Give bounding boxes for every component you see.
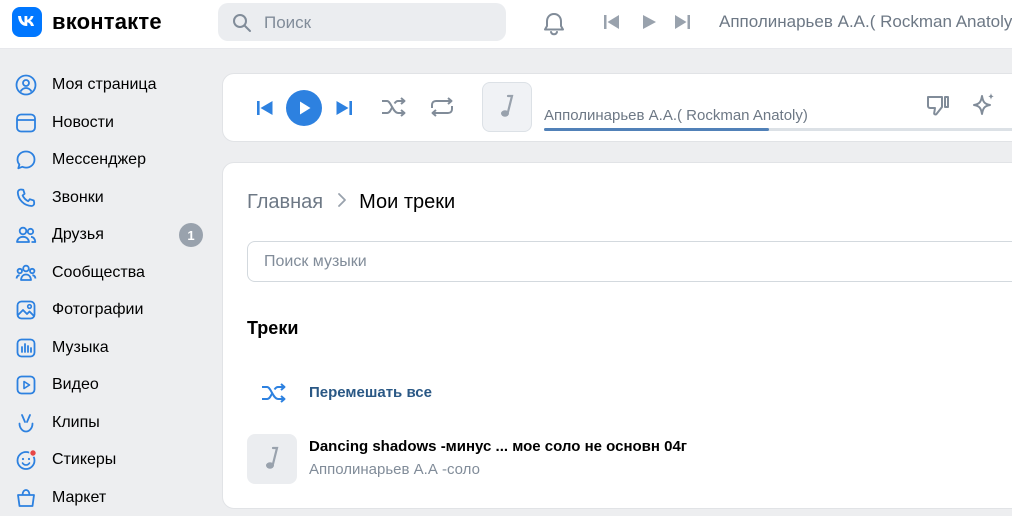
search-icon bbox=[232, 13, 252, 38]
stickers-icon bbox=[15, 449, 37, 471]
sidebar-item-stickers[interactable]: Стикеры bbox=[0, 441, 215, 478]
market-icon bbox=[15, 487, 37, 509]
shuffle-all-label: Перемешать все bbox=[309, 384, 432, 401]
sidebar-item-video[interactable]: Видео bbox=[0, 366, 215, 403]
bell-icon[interactable] bbox=[540, 10, 568, 43]
search-input[interactable] bbox=[262, 12, 496, 34]
track-title[interactable]: Dancing shadows -минус ... мое соло не о… bbox=[309, 438, 687, 455]
top-header: вконтакте Апполинарьев А.А.( Rockman Ana… bbox=[0, 0, 1012, 49]
sidebar-item-photos[interactable]: Фотографии bbox=[0, 291, 215, 328]
track-cover[interactable] bbox=[482, 82, 532, 132]
shuffle-all-button[interactable]: Перемешать все bbox=[247, 373, 747, 413]
user-circle-icon bbox=[15, 74, 37, 96]
communities-icon bbox=[15, 262, 37, 284]
sidebar-item-news[interactable]: Новости bbox=[0, 104, 215, 141]
header-previous-track-icon[interactable] bbox=[603, 14, 621, 35]
dislike-icon[interactable] bbox=[924, 92, 952, 125]
sidebar-item-label: Фотографии bbox=[52, 301, 144, 318]
header-next-track-icon[interactable] bbox=[673, 14, 691, 35]
sidebar-item-label: Маркет bbox=[52, 489, 107, 506]
progress-bar-fill bbox=[544, 128, 770, 131]
breadcrumb-home-link[interactable]: Главная bbox=[247, 191, 323, 214]
clips-icon bbox=[15, 412, 37, 434]
track-cover[interactable] bbox=[247, 434, 297, 484]
sidebar-item-label: Стикеры bbox=[52, 451, 117, 468]
tracks-section-title: Треки bbox=[247, 318, 299, 338]
track-artist[interactable]: Апполинарьев А.А -соло bbox=[309, 461, 480, 478]
sidebar-item-label: Новости bbox=[52, 114, 114, 131]
music-search-box[interactable] bbox=[247, 241, 1012, 282]
news-icon bbox=[15, 112, 37, 134]
sidebar-item-communities[interactable]: Сообщества bbox=[0, 254, 215, 291]
sidebar-item-label: Друзья bbox=[52, 226, 104, 243]
shuffle-icon bbox=[260, 381, 288, 410]
music-note-icon bbox=[501, 94, 514, 117]
sidebar-item-music[interactable]: Музыка bbox=[0, 329, 215, 366]
music-search-input[interactable] bbox=[262, 252, 966, 272]
vk-logo-icon bbox=[12, 7, 42, 37]
sidebar-item-friends[interactable]: Друзья 1 bbox=[0, 216, 215, 253]
sidebar-item-label: Мессенджер bbox=[52, 151, 146, 168]
phone-icon bbox=[15, 187, 37, 209]
track-row[interactable]: Dancing shadows -минус ... мое соло не о… bbox=[247, 433, 947, 485]
shuffle-icon[interactable] bbox=[380, 95, 408, 124]
music-icon bbox=[15, 337, 37, 359]
message-icon bbox=[15, 149, 37, 171]
music-main-panel: Главная Мои треки Треки Перемешать все D… bbox=[222, 162, 1012, 509]
sidebar-item-clips[interactable]: Клипы bbox=[0, 404, 215, 441]
sidebar-item-label: Музыка bbox=[52, 339, 109, 356]
music-note-icon bbox=[266, 446, 279, 469]
friends-count-badge: 1 bbox=[179, 223, 203, 247]
friends-icon bbox=[15, 224, 37, 246]
sparkles-icon[interactable] bbox=[971, 91, 997, 124]
audio-player: Апполинарьев А.А.( Rockman Anatoly) bbox=[222, 73, 1012, 142]
sidebar-item-label: Видео bbox=[52, 376, 99, 393]
repeat-icon[interactable] bbox=[428, 95, 456, 124]
sidebar-item-my-page[interactable]: Моя страница bbox=[0, 66, 215, 103]
sidebar-item-messenger[interactable]: Мессенджер bbox=[0, 141, 215, 178]
play-icon bbox=[300, 101, 311, 115]
global-search[interactable] bbox=[218, 3, 506, 41]
sidebar-item-label: Клипы bbox=[52, 414, 100, 431]
page-title: Мои треки bbox=[359, 191, 456, 213]
sidebar-item-label: Сообщества bbox=[52, 264, 145, 281]
sidebar-item-label: Звонки bbox=[52, 189, 104, 206]
video-icon bbox=[15, 374, 37, 396]
sidebar-item-market[interactable]: Маркет bbox=[0, 479, 215, 516]
sidebar-item-calls[interactable]: Звонки bbox=[0, 179, 215, 216]
next-track-icon[interactable] bbox=[335, 100, 353, 121]
header-play-icon[interactable] bbox=[641, 14, 657, 35]
chevron-right-icon bbox=[337, 191, 347, 214]
progress-bar[interactable] bbox=[544, 128, 1012, 131]
breadcrumb: Главная Мои треки bbox=[247, 191, 455, 214]
previous-track-icon[interactable] bbox=[256, 100, 274, 121]
player-track-title[interactable]: Апполинарьев А.А.( Rockman Anatoly) bbox=[544, 107, 808, 124]
sidebar-item-label: Моя страница bbox=[52, 76, 157, 93]
header-now-playing[interactable]: Апполинарьев А.А.( Rockman Anatoly) bbox=[719, 12, 1012, 32]
play-button[interactable] bbox=[286, 90, 322, 126]
photo-icon bbox=[15, 299, 37, 321]
logo-text: вконтакте bbox=[52, 9, 162, 34]
vk-logo[interactable]: вконтакте bbox=[12, 7, 162, 37]
